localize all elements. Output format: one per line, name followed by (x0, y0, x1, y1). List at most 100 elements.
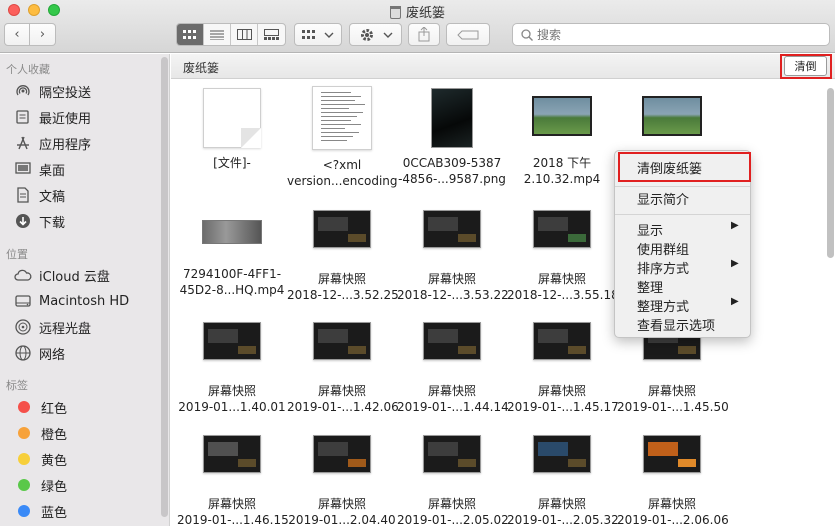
menu-item-get-info[interactable]: 显示简介 (637, 189, 689, 208)
menu-item-clean-up-by[interactable]: 整理方式 ▶ (637, 296, 739, 315)
file-item[interactable]: 屏幕快照 2019-01-...1.46.15 (177, 435, 289, 526)
list-icon (210, 30, 224, 40)
list-view-button[interactable] (204, 24, 231, 45)
menu-item-show-view-options[interactable]: 查看显示选项 (637, 315, 715, 334)
search-field[interactable] (512, 23, 830, 46)
trash-header-bar: 废纸篓 清倒 (171, 54, 835, 79)
file-item[interactable]: 屏幕快照 2018-12-...3.53.22 (397, 210, 509, 303)
desktop-icon (14, 160, 32, 178)
sidebar-tag-blue[interactable]: 蓝色 (14, 500, 67, 522)
file-item[interactable]: 屏幕快照 2019-01-...1.42.06 (287, 322, 399, 415)
submenu-arrow-icon: ▶ (731, 258, 739, 269)
file-item[interactable]: 屏幕快照 2019-01-...2.05.32 (507, 435, 619, 526)
applications-icon (14, 134, 32, 152)
sidebar-item-airdrop[interactable]: 隔空投送 (14, 80, 91, 102)
window-toolbar: 废纸篓 ‹ › (0, 0, 835, 53)
icon-view-button[interactable] (177, 24, 204, 45)
forward-button[interactable]: › (30, 23, 56, 46)
file-item[interactable]: 屏幕快照 2019-01-...1.44.14 (397, 322, 509, 415)
gallery-icon (264, 29, 279, 40)
chevron-right-icon: › (39, 27, 46, 42)
column-view-button[interactable] (231, 24, 258, 45)
video-thumbnail (202, 220, 262, 244)
sidebar-item-remote-disc[interactable]: 远程光盘 (14, 316, 91, 338)
sidebar-section-tags: 标签 (6, 379, 28, 392)
sidebar-item-macintosh-hd[interactable]: Macintosh HD (14, 290, 129, 312)
file-item[interactable]: 屏幕快照 2019-01-...2.05.02 (397, 435, 509, 526)
file-item[interactable]: 屏幕快照 2018-12-...3.55.18 (507, 210, 619, 303)
chevron-down-icon (324, 32, 334, 38)
tags-button[interactable] (446, 23, 490, 46)
tag-icon (457, 30, 479, 39)
file-item[interactable]: 7294100F-4FF1- 45D2-8...HQ.mp4 (177, 220, 287, 298)
blue-tag-dot (18, 505, 30, 517)
sidebar-item-applications[interactable]: 应用程序 (14, 132, 91, 154)
screenshot-thumbnail (313, 210, 371, 248)
sidebar-item-downloads[interactable]: 下载 (14, 210, 65, 232)
hard-drive-icon (14, 292, 32, 310)
share-button[interactable] (408, 23, 440, 46)
sidebar-item-recents[interactable]: 最近使用 (14, 106, 91, 128)
gear-icon (360, 28, 373, 41)
orange-tag-dot (18, 427, 30, 439)
screenshot-thumbnail (423, 322, 481, 360)
menu-item-empty-trash[interactable]: 清倒废纸篓 (637, 158, 702, 177)
remote-disc-icon (14, 318, 32, 336)
file-item[interactable]: 屏幕快照 2019-01...1.40.01 (177, 322, 287, 415)
menu-item-clean-up[interactable]: 整理 (637, 277, 663, 296)
content-scrollbar[interactable] (827, 88, 834, 258)
sidebar-scrollbar[interactable] (161, 57, 168, 517)
file-item[interactable]: <?xml version...encoding (287, 86, 398, 189)
gallery-view-button[interactable] (258, 24, 285, 45)
screenshot-thumbnail (533, 435, 591, 473)
xml-thumbnail (312, 86, 372, 150)
file-item[interactable]: 屏幕快照 2019-01...2.04.40 (287, 435, 397, 526)
menu-separator (615, 214, 750, 215)
trash-icon (389, 6, 401, 19)
screenshot-thumbnail (533, 322, 591, 360)
sidebar-item-icloud[interactable]: iCloud 云盘 (14, 264, 110, 286)
file-item[interactable]: 屏幕快照 2018-12-...3.52.25 (287, 210, 399, 303)
screenshot-thumbnail (313, 322, 371, 360)
documents-icon (14, 186, 32, 204)
file-item[interactable]: [文件]- (177, 88, 287, 171)
document-thumbnail (203, 88, 261, 148)
video-thumbnail (532, 96, 592, 136)
sidebar-tag-yellow[interactable]: 黄色 (14, 448, 67, 470)
green-tag-dot (18, 479, 30, 491)
context-menu: 清倒废纸篓 显示简介 显示 ▶ 使用群组 排序方式 ▶ 整理 整理方式 ▶ 查看… (614, 150, 751, 338)
sidebar-item-desktop[interactable]: 桌面 (14, 158, 65, 180)
share-icon (418, 27, 430, 42)
file-item[interactable]: 屏幕快照 2019-01-...1.45.17 (507, 322, 619, 415)
chevron-left-icon: ‹ (14, 27, 20, 42)
empty-trash-button[interactable]: 清倒 (784, 56, 827, 76)
sidebar-section-favorites: 个人收藏 (6, 63, 50, 76)
file-item[interactable]: 屏幕快照 2019-01-...2.06.06 (617, 435, 729, 526)
file-item[interactable] (617, 96, 727, 155)
recents-icon (14, 108, 32, 126)
sidebar-tag-green[interactable]: 绿色 (14, 474, 67, 496)
red-tag-dot (18, 401, 30, 413)
screenshot-thumbnail (643, 435, 701, 473)
sidebar-tag-red[interactable]: 红色 (14, 396, 67, 418)
group-by-button[interactable] (294, 23, 342, 46)
sidebar: 个人收藏 隔空投送 最近使用 应用程序 桌面 文稿 下载 位置 iCloud 云… (0, 54, 170, 526)
file-item[interactable]: 0CCAB309-5387 -4856-...9587.png (397, 88, 507, 187)
sidebar-tag-orange[interactable]: 橙色 (14, 422, 67, 444)
folder-title: 废纸篓 (183, 61, 220, 75)
menu-item-sort-by[interactable]: 排序方式 ▶ (637, 258, 739, 277)
sidebar-item-network[interactable]: 网络 (14, 342, 65, 364)
sidebar-item-documents[interactable]: 文稿 (14, 184, 65, 206)
back-button[interactable]: ‹ (4, 23, 30, 46)
search-input[interactable] (537, 27, 817, 42)
airdrop-icon (14, 82, 32, 100)
icloud-icon (14, 266, 32, 284)
window-title: 废纸篓 (0, 2, 835, 21)
chevron-down-icon (383, 32, 392, 38)
search-icon (521, 28, 533, 41)
menu-item-view[interactable]: 显示 ▶ (637, 220, 739, 239)
file-item[interactable]: 2018 下午 2.10.32.mp4 (507, 96, 617, 187)
screenshot-thumbnail (423, 210, 481, 248)
menu-item-use-groups[interactable]: 使用群组 (637, 239, 689, 258)
action-menu-button[interactable] (349, 23, 402, 46)
